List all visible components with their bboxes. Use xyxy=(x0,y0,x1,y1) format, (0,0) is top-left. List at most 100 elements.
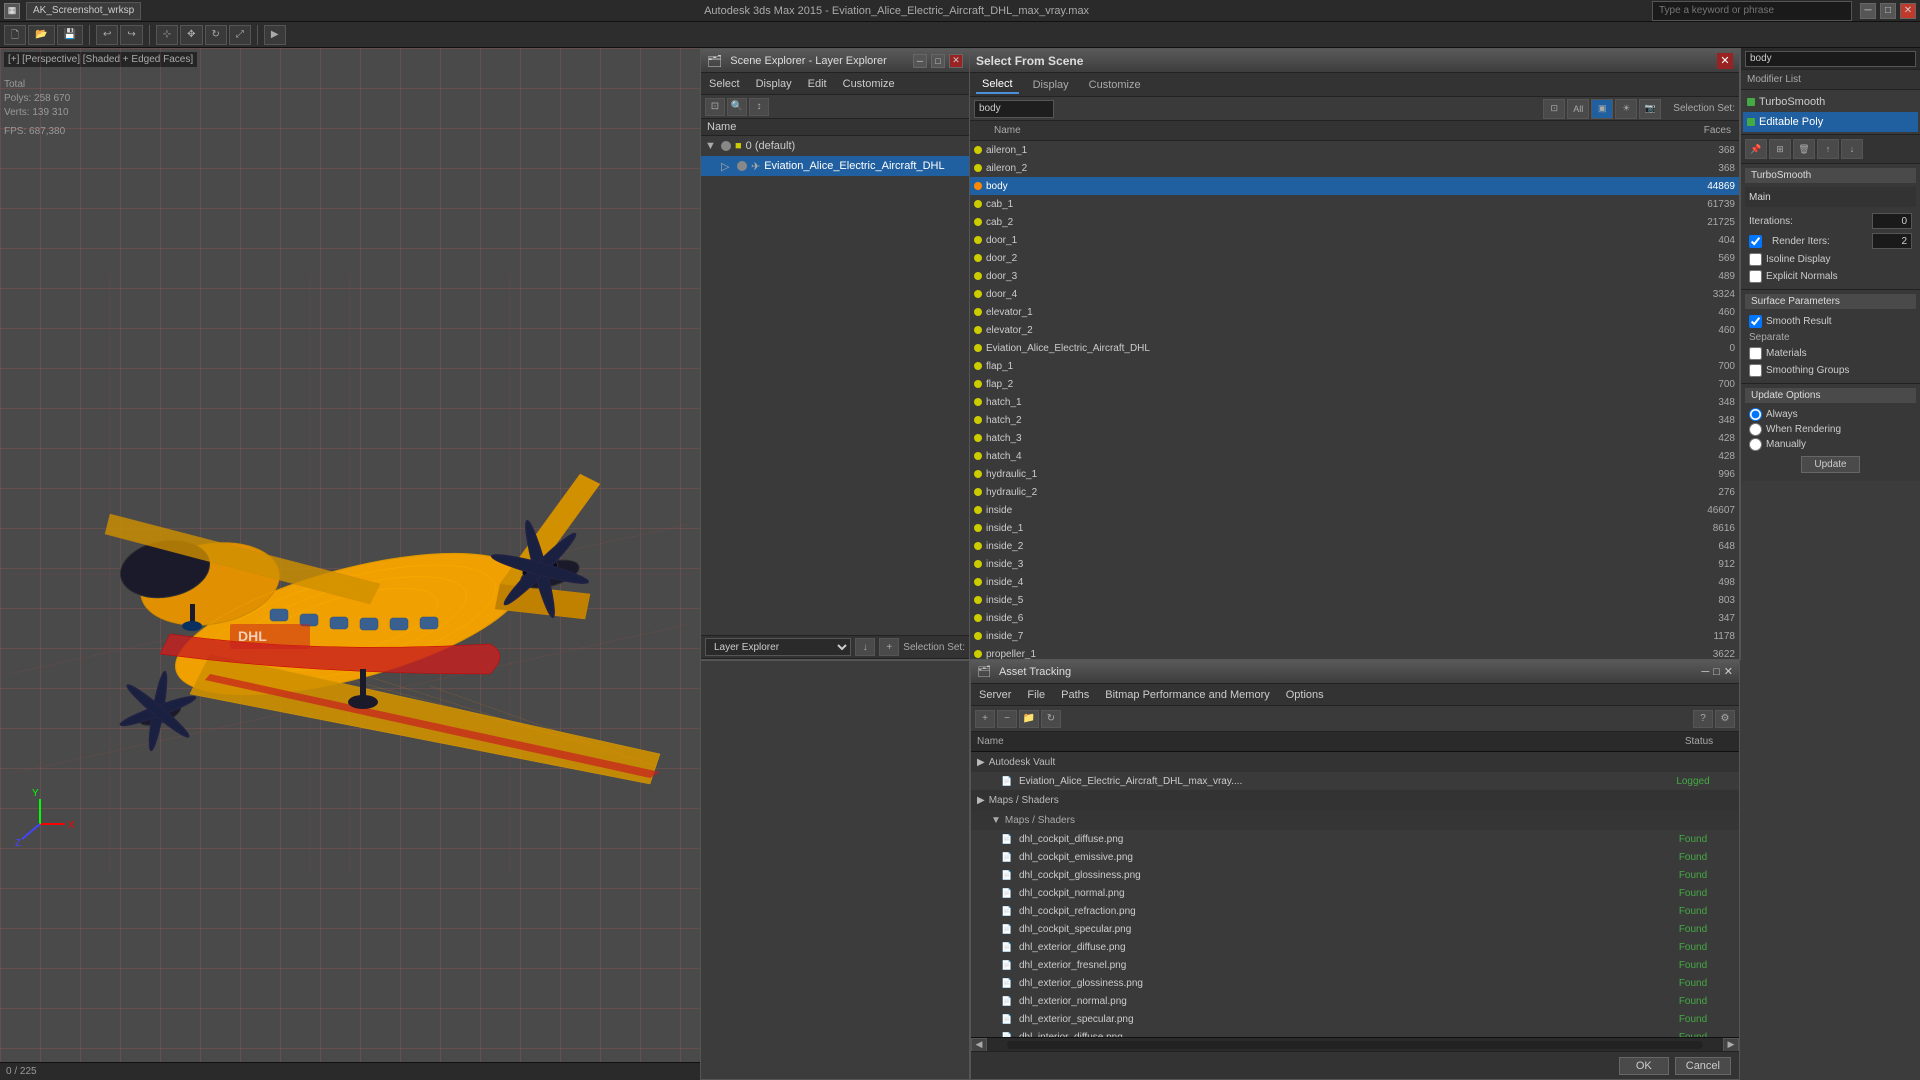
sfs-tab-select[interactable]: Select xyxy=(976,76,1019,94)
smoothing-groups-checkbox[interactable] xyxy=(1749,364,1762,377)
at-group[interactable]: ▶Maps / Shaders xyxy=(971,790,1739,810)
render-btn[interactable]: ▶ xyxy=(264,25,286,45)
sfs-search-input[interactable] xyxy=(974,100,1054,118)
keyword-search-input[interactable] xyxy=(1652,1,1852,21)
sfs-object-item[interactable]: hatch_3 428 xyxy=(970,429,1739,447)
undo-btn[interactable]: ↩ xyxy=(96,25,118,45)
when-rendering-radio[interactable] xyxy=(1749,423,1762,436)
close-app-btn[interactable]: ✕ xyxy=(1900,3,1916,19)
modifier-turbos[interactable]: TurboSmooth xyxy=(1743,92,1918,112)
sfs-object-item[interactable]: door_4 3324 xyxy=(970,285,1739,303)
at-file-item[interactable]: 📄 dhl_exterior_specular.png Found xyxy=(971,1010,1739,1028)
mod-btn-up[interactable]: ↑ xyxy=(1817,139,1839,159)
mod-btn-delete[interactable]: 🗑 xyxy=(1793,139,1815,159)
sfs-object-item[interactable]: flap_2 700 xyxy=(970,375,1739,393)
se-tb-expand[interactable]: ↕ xyxy=(749,98,769,116)
at-file-item[interactable]: 📄 dhl_exterior_diffuse.png Found xyxy=(971,938,1739,956)
sfs-all-btn[interactable]: All xyxy=(1567,99,1589,119)
se-tb-filter[interactable]: ⊡ xyxy=(705,98,725,116)
sfs-filter-btn[interactable]: ⊡ xyxy=(1543,99,1565,119)
layer-btn-2[interactable]: + xyxy=(879,638,899,656)
at-scrollbar[interactable]: ◀ ▶ xyxy=(971,1037,1739,1051)
at-menu-bitmap[interactable]: Bitmap Performance and Memory xyxy=(1101,687,1273,703)
at-tb-help[interactable]: ? xyxy=(1693,710,1713,728)
sfs-object-item[interactable]: hydraulic_2 276 xyxy=(970,483,1739,501)
cancel-button[interactable]: Cancel xyxy=(1675,1057,1731,1075)
modifier-search-input[interactable] xyxy=(1745,51,1916,67)
modifier-editable-poly[interactable]: Editable Poly xyxy=(1743,112,1918,132)
at-file-item[interactable]: 📄 dhl_exterior_fresnel.png Found xyxy=(971,956,1739,974)
smooth-result-checkbox[interactable] xyxy=(1749,315,1762,328)
tree-item-default[interactable]: ▼ ■ 0 (default) xyxy=(701,136,969,156)
at-minimize[interactable]: ─ xyxy=(1701,666,1709,678)
sfs-object-item[interactable]: door_3 489 xyxy=(970,267,1739,285)
new-btn[interactable]: 🗋 xyxy=(4,25,26,45)
sfs-close-btn[interactable]: ✕ xyxy=(1717,53,1733,69)
layer-select-dropdown[interactable]: Layer Explorer xyxy=(705,638,851,656)
always-radio[interactable] xyxy=(1749,408,1762,421)
iterations-input[interactable] xyxy=(1872,213,1912,229)
layer-btn-1[interactable]: ↓ xyxy=(855,638,875,656)
mod-btn-pin[interactable]: 📌 xyxy=(1745,139,1767,159)
ok-button[interactable]: OK xyxy=(1619,1057,1669,1075)
at-tb-settings[interactable]: ⚙ xyxy=(1715,710,1735,728)
sfs-object-item[interactable]: hydraulic_1 996 xyxy=(970,465,1739,483)
at-tb-refresh[interactable]: ↻ xyxy=(1041,710,1061,728)
sfs-object-item[interactable]: body 44869 xyxy=(970,177,1739,195)
at-tb-remove[interactable]: − xyxy=(997,710,1017,728)
at-file-item[interactable]: 📄 dhl_cockpit_diffuse.png Found xyxy=(971,830,1739,848)
at-group[interactable]: ▶Autodesk Vault xyxy=(971,752,1739,772)
se-menu-edit[interactable]: Edit xyxy=(804,76,831,92)
at-scroll-right[interactable]: ▶ xyxy=(1723,1038,1739,1052)
scene-explorer-close[interactable]: ✕ xyxy=(949,54,963,68)
sfs-cam-btn[interactable]: 📷 xyxy=(1639,99,1661,119)
at-file-item[interactable]: 📄 dhl_cockpit_emissive.png Found xyxy=(971,848,1739,866)
sfs-object-item[interactable]: inside 46607 xyxy=(970,501,1739,519)
scene-explorer-maximize[interactable]: □ xyxy=(931,54,945,68)
materials-checkbox[interactable] xyxy=(1749,347,1762,360)
at-file-item[interactable]: 📄 dhl_cockpit_glossiness.png Found xyxy=(971,866,1739,884)
at-menu-paths[interactable]: Paths xyxy=(1057,687,1093,703)
at-scroll-left[interactable]: ◀ xyxy=(971,1038,987,1052)
at-file-item[interactable]: 📄 dhl_cockpit_specular.png Found xyxy=(971,920,1739,938)
redo-btn[interactable]: ↪ xyxy=(120,25,142,45)
sfs-object-item[interactable]: inside_2 648 xyxy=(970,537,1739,555)
at-menu-options[interactable]: Options xyxy=(1282,687,1328,703)
sfs-light-btn[interactable]: ☀ xyxy=(1615,99,1637,119)
sfs-tab-customize[interactable]: Customize xyxy=(1083,77,1147,93)
mod-btn-down[interactable]: ↓ xyxy=(1841,139,1863,159)
sfs-object-item[interactable]: inside_4 498 xyxy=(970,573,1739,591)
se-tb-search[interactable]: 🔍 xyxy=(727,98,747,116)
sfs-object-item[interactable]: flap_1 700 xyxy=(970,357,1739,375)
sfs-object-item[interactable]: inside_5 803 xyxy=(970,591,1739,609)
sfs-object-item[interactable]: hatch_2 348 xyxy=(970,411,1739,429)
at-tb-add[interactable]: + xyxy=(975,710,995,728)
sfs-object-item[interactable]: cab_2 21725 xyxy=(970,213,1739,231)
sfs-object-item[interactable]: propeller_1 3622 xyxy=(970,645,1739,659)
at-file-item[interactable]: 📄 Eviation_Alice_Electric_Aircraft_DHL_m… xyxy=(971,772,1739,790)
select-btn[interactable]: ⊹ xyxy=(156,25,178,45)
at-file-item[interactable]: 📄 dhl_cockpit_refraction.png Found xyxy=(971,902,1739,920)
sfs-object-item[interactable]: Eviation_Alice_Electric_Aircraft_DHL 0 xyxy=(970,339,1739,357)
maximize-btn[interactable]: □ xyxy=(1880,3,1896,19)
se-menu-select[interactable]: Select xyxy=(705,76,744,92)
workspace-tab[interactable]: AK_Screenshot_wrksp xyxy=(26,2,141,20)
minimize-btn[interactable]: ─ xyxy=(1860,3,1876,19)
open-btn[interactable]: 📂 xyxy=(28,25,54,45)
sfs-object-item[interactable]: inside_3 912 xyxy=(970,555,1739,573)
mod-btn-wire[interactable]: ⊞ xyxy=(1769,139,1791,159)
scene-explorer-minimize[interactable]: ─ xyxy=(913,54,927,68)
at-scroll-track[interactable] xyxy=(1007,1041,1703,1049)
update-button[interactable]: Update xyxy=(1801,456,1859,473)
se-menu-customize[interactable]: Customize xyxy=(839,76,899,92)
at-menu-file[interactable]: File xyxy=(1023,687,1049,703)
sfs-tab-display[interactable]: Display xyxy=(1027,77,1075,93)
sfs-object-item[interactable]: elevator_1 460 xyxy=(970,303,1739,321)
isoline-checkbox[interactable] xyxy=(1749,253,1762,266)
at-menu-server[interactable]: Server xyxy=(975,687,1015,703)
at-maximize[interactable]: □ xyxy=(1713,666,1720,678)
manually-radio[interactable] xyxy=(1749,438,1762,451)
sfs-object-item[interactable]: elevator_2 460 xyxy=(970,321,1739,339)
rotate-btn[interactable]: ↻ xyxy=(205,25,227,45)
sfs-object-item[interactable]: door_1 404 xyxy=(970,231,1739,249)
